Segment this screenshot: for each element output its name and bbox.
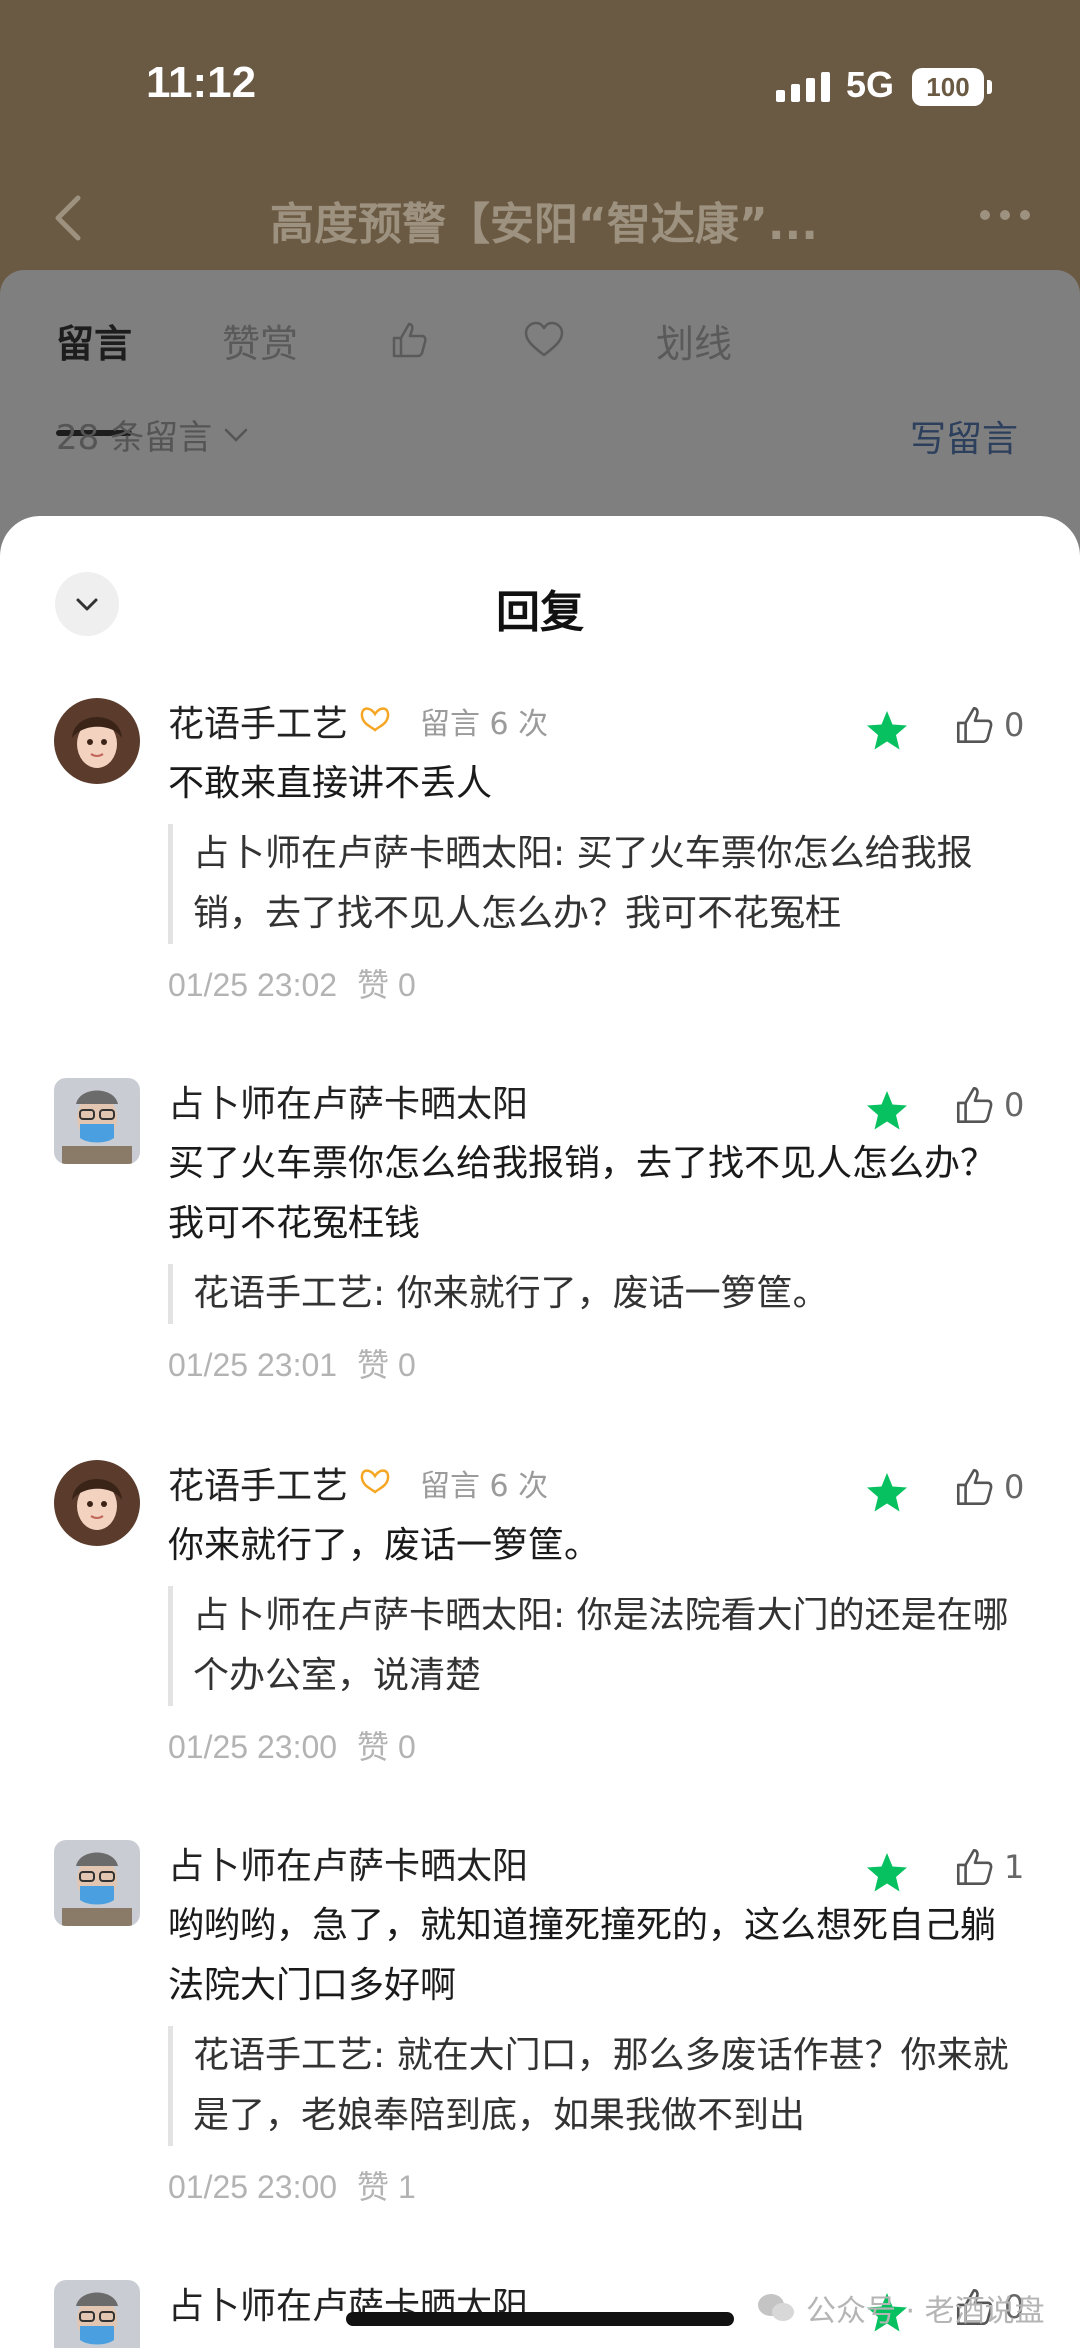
comment-text: 买了火车票你怎么给我报销，去了找不见人怎么办？我可不花冤枉钱 (168, 1143, 997, 1244)
signal-icon (776, 72, 830, 102)
tab-favorites[interactable] (522, 310, 566, 370)
comment-count-badge: 留言 6 次 (420, 707, 549, 742)
star-icon[interactable] (864, 708, 910, 754)
thumbs-up-icon (392, 322, 427, 358)
comment-meta: 01/25 23:00 赞 0 (168, 1722, 1028, 1768)
star-icon[interactable] (864, 1470, 910, 1516)
comment-count-label: 28 条留言 (56, 418, 213, 458)
reply-sheet: 回复 花语手工艺 留言 6 次 不敢来直接讲不丢人 占卜师在卢萨卡晒太阳: 买了… (0, 516, 1080, 2348)
comment-likes: 赞 1 (357, 2169, 416, 2205)
quoted-comment: 花语手工艺: 你来就行了，废话一箩筐。 (168, 1264, 1028, 1324)
comment-meta: 01/25 23:00 赞 1 (168, 2162, 1028, 2208)
avatar[interactable] (54, 698, 140, 784)
comment-text: 不敢来直接讲不丢人 (168, 763, 493, 804)
network-label: 5G (846, 64, 895, 105)
comment-count[interactable]: 28 条留言 (56, 410, 252, 459)
comment-likes: 赞 0 (357, 1347, 416, 1383)
watermark: 公众号 · 老酒说盘 (756, 2286, 1045, 2330)
tab-bar: 留言 赞赏 划线 (56, 310, 822, 436)
quoted-comment: 占卜师在卢萨卡晒太阳: 你是法院看大门的还是在哪个办公室，说清楚 (168, 1586, 1028, 1706)
comment-text: 哟哟哟，急了，就知道撞死撞死的，这么想死自己躺法院大门口多好啊 (168, 1905, 997, 2006)
tab-appreciate[interactable]: 赞赏 (222, 310, 298, 370)
avatar[interactable] (54, 1078, 140, 1164)
thumbs-up-icon (956, 1086, 993, 1124)
avatar[interactable] (54, 2280, 140, 2348)
comment-time: 01/25 23:00 (168, 1729, 338, 1765)
comment-meta: 01/25 23:01 赞 0 (168, 1340, 1028, 1386)
like-count: 0 (1004, 1468, 1025, 1506)
like-count: 0 (1004, 706, 1025, 744)
commenter-name[interactable]: 花语手工艺 (168, 1457, 348, 1509)
star-icon[interactable] (864, 1850, 910, 1896)
tab-underline[interactable]: 划线 (656, 310, 732, 370)
comment-time: 01/25 23:00 (168, 2169, 338, 2205)
like-button[interactable]: 1 (952, 1844, 1024, 1890)
commenter-name[interactable]: 占卜师在卢萨卡晒太阳 (168, 1837, 528, 1889)
like-button[interactable]: 0 (952, 702, 1024, 748)
comment-time: 01/25 23:01 (168, 1347, 338, 1383)
comment-likes: 赞 0 (357, 1729, 416, 1765)
butterfly-badge-icon (360, 1469, 390, 1494)
comment-time: 01/25 23:02 (168, 967, 338, 1003)
home-indicator[interactable] (346, 2312, 734, 2326)
comment-meta: 01/25 23:02 赞 0 (168, 960, 1028, 1006)
quoted-comment: 花语手工艺: 就在大门口，那么多废话作甚？你来就是了，老娘奉陪到底，如果我做不到… (168, 2026, 1028, 2146)
status-time: 11:12 (146, 58, 257, 107)
like-count: 1 (1004, 1848, 1025, 1886)
comment-text: 你来就行了，废话一箩筐。 (168, 1525, 601, 1566)
battery-icon: 100 (912, 68, 992, 106)
wechat-icon (758, 2294, 794, 2321)
butterfly-badge-icon (360, 707, 390, 732)
avatar[interactable] (54, 1840, 140, 1926)
tab-comments[interactable]: 留言 (56, 310, 133, 436)
nav-bar: 高度预警【安阳“智达康”... (0, 170, 1080, 270)
article-title: 高度预警【安阳“智达康”... (270, 199, 818, 250)
commenter-name[interactable]: 花语手工艺 (168, 695, 348, 747)
comment-likes: 赞 0 (357, 967, 416, 1003)
thumbs-up-icon (956, 1468, 993, 1506)
avatar[interactable] (54, 1460, 140, 1546)
status-bar: 11:12 5G 100 (0, 0, 1080, 170)
comment-count-badge: 留言 6 次 (420, 1469, 549, 1504)
quoted-comment: 占卜师在卢萨卡晒太阳: 买了火车票你怎么给我报销，去了找不见人怎么办？我可不花冤… (168, 824, 1028, 944)
commenter-name[interactable]: 占卜师在卢萨卡晒太阳 (168, 1075, 528, 1127)
thumbs-up-icon (956, 1848, 993, 1886)
star-icon[interactable] (864, 1088, 910, 1134)
more-icon[interactable] (980, 200, 1040, 230)
back-icon[interactable] (40, 188, 100, 248)
chevron-down-icon (224, 428, 248, 442)
like-count: 0 (1004, 1086, 1025, 1124)
like-button[interactable]: 0 (952, 1464, 1024, 1510)
write-comment-button[interactable]: 写留言 (910, 410, 1018, 462)
heart-icon (524, 321, 564, 357)
like-button[interactable]: 0 (952, 1082, 1024, 1128)
watermark-text: 公众号 · 老酒说盘 (806, 2294, 1045, 2329)
thumbs-up-icon (956, 706, 993, 744)
sheet-title: 回复 (496, 587, 584, 638)
tab-likes[interactable] (388, 310, 432, 370)
